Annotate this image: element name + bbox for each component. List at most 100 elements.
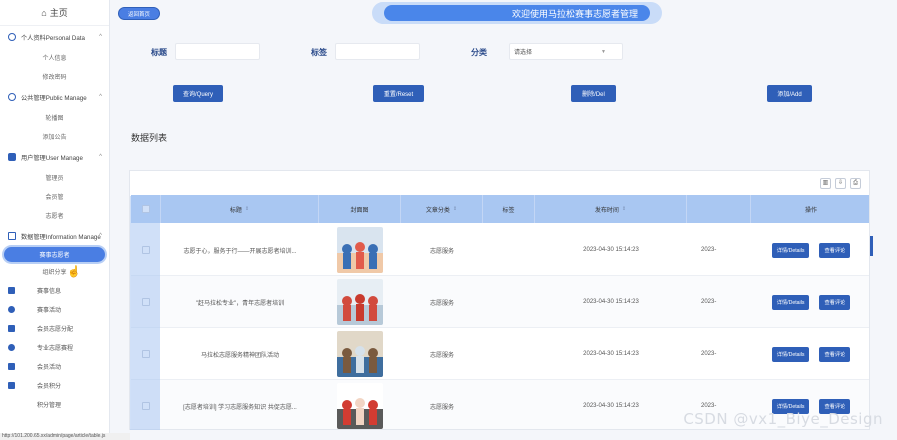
column-header-label: 封面图 [350, 207, 369, 214]
category-select-value: 请选择 [514, 50, 533, 56]
table-row: 志愿于心，服务于行——开展志愿者培训... 志愿服务 2023-04-30 15:1… [131, 224, 869, 276]
sidebar-item-label: 会员积分 [37, 384, 62, 390]
title-banner: 欢迎使用马拉松赛事志愿者管理 [372, 2, 662, 24]
view-comments-button[interactable]: 查看评论 [819, 242, 851, 258]
column-header-label: 操作 [804, 207, 817, 214]
time-cell: 2023-04-30 15:14:23 [583, 351, 639, 357]
sidebar-group-personal[interactable]: 个人资料Personal Data ^ [0, 26, 109, 48]
column-header-label: 文章分类 [425, 207, 450, 214]
time-cell-truncated: 2023- [701, 299, 717, 305]
sidebar-group-public[interactable]: 公共管理Public Manage ^ [0, 86, 109, 108]
delete-button[interactable]: 删除/Del [571, 85, 616, 102]
sidebar-item-notice[interactable]: 添加公告 [0, 127, 109, 146]
column-header-time[interactable]: 发布时间 ⇕ [535, 195, 687, 223]
chevron-up-icon: ^ [99, 154, 102, 160]
sidebar-group-info[interactable]: 数据管理Information Manage ^ [0, 225, 109, 247]
time-cell: 2023-04-30 15:14:23 [583, 299, 639, 305]
page-title: 欢迎使用马拉松赛事志愿者管理 [384, 5, 650, 21]
sidebar-item-label: 赛事信息 [37, 289, 62, 295]
row-select-strip [130, 196, 160, 430]
sidebar-item-member-points[interactable]: 会员积分 [0, 376, 109, 395]
table-row: 马拉松志愿服务精神团队活动 志愿服务 2023-04-30 15:14:23 2023… [131, 328, 869, 380]
title-input[interactable] [175, 43, 260, 60]
tag-cell [483, 380, 535, 429]
sidebar-group-label: 个人资料Personal Data [21, 34, 85, 42]
details-button[interactable]: 详情/Details [771, 294, 810, 310]
sidebar-item-event-info[interactable]: 赛事信息 [0, 281, 109, 300]
chevron-down-icon: ▼ [601, 49, 606, 55]
query-button[interactable]: 查询/Query [173, 85, 223, 102]
sidebar-item-label: 会员活动 [37, 365, 62, 371]
sidebar-item-event-volunteer[interactable]: 赛事志愿者 [4, 247, 105, 262]
cover-cell [319, 276, 401, 328]
gear-icon [8, 93, 16, 101]
reset-button[interactable]: 重置/Reset [373, 85, 424, 102]
chevron-up-icon: ^ [99, 34, 102, 40]
tag-input[interactable] [335, 43, 420, 60]
sidebar-item-admin[interactable]: 管理员 [0, 168, 109, 187]
columns-icon[interactable]: ▥ [820, 178, 831, 189]
sidebar-item-member[interactable]: 会员管 [0, 187, 109, 206]
title-cell: 志愿于心，服务于行——开展志愿者培训... [183, 248, 297, 255]
view-comments-button[interactable]: 查看评论 [819, 294, 851, 310]
details-button[interactable]: 详情/Details [771, 242, 810, 258]
print-icon[interactable]: ⎙ [850, 178, 861, 189]
sidebar-item-allocation[interactable]: 会员志愿分配 [0, 319, 109, 338]
cover-image [337, 279, 383, 325]
sidebar-item-points-manage[interactable]: 积分管理 [0, 395, 109, 414]
sidebar-item-label: 积分管理 [37, 403, 62, 409]
title-cell: 马拉松志愿服务精神团队活动 [200, 352, 279, 359]
cover-cell [319, 328, 401, 380]
sidebar-item-share[interactable]: 组织分享 [0, 262, 109, 281]
clock-icon [8, 344, 15, 351]
chevron-up-icon: ^ [99, 233, 102, 239]
list-title: 数据列表 [131, 133, 168, 143]
sort-icon: ⇕ [244, 206, 250, 212]
tag-label: 标签 [311, 48, 327, 57]
tag-cell [483, 224, 535, 276]
table-toolbar: ▥ ⇩ ⎙ [820, 178, 861, 189]
sidebar-item-profile[interactable]: 个人信息 [0, 48, 109, 67]
sidebar-item-event-activity[interactable]: 赛事活动 [0, 300, 109, 319]
category-label: 分类 [471, 48, 487, 57]
cover-image [337, 227, 383, 273]
add-button[interactable]: 添加/Add [767, 85, 812, 102]
column-header-category[interactable]: 文章分类 ⇕ [401, 195, 483, 223]
cover-image [337, 331, 383, 377]
sidebar-item-member-activity[interactable]: 会员活动 [0, 357, 109, 376]
sidebar-item-label: 会员志愿分配 [37, 327, 74, 333]
column-header-title[interactable]: 标题 ⇕ [161, 195, 319, 223]
tag-cell [483, 328, 535, 380]
table-row: "赶马拉松专业"，青年志愿者培训 志愿服务 2023-04-30 15:14:23 2… [131, 276, 869, 328]
actions-cell: 详情/Details 查看评论 [751, 276, 869, 328]
sidebar-group-users[interactable]: 用户管理User Manage ^ [0, 146, 109, 168]
details-button[interactable]: 详情/Details [771, 346, 810, 362]
watermark: CSDN @vx1_Biye_Design [683, 410, 883, 428]
view-comments-button[interactable]: 查看评论 [819, 346, 851, 362]
calendar-icon [8, 325, 15, 332]
export-icon[interactable]: ⇩ [835, 178, 846, 189]
logout-icon [8, 382, 15, 389]
sidebar-home-label: 主页 [49, 8, 68, 18]
sidebar-item-volunteer[interactable]: 志愿者 [0, 206, 109, 225]
category-cell: 志愿服务 [429, 300, 454, 307]
back-home-button[interactable]: 返回首页 [118, 7, 160, 20]
column-header-label: 标题 [229, 207, 242, 214]
sidebar-item-carousel[interactable]: 轮播图 [0, 108, 109, 127]
cover-image [337, 383, 383, 429]
title-label: 标题 [151, 48, 167, 57]
sidebar-item-schedule[interactable]: 专业志愿赛程 [0, 338, 109, 357]
home-icon: ⌂ [41, 7, 47, 18]
sidebar-home[interactable]: ⌂ 主页 [0, 0, 109, 26]
category-cell: 志愿服务 [429, 352, 454, 359]
sidebar-group-label: 用户管理User Manage [21, 154, 83, 162]
title-cell: "赶马拉松专业"，青年志愿者培训 [195, 300, 285, 307]
category-select[interactable]: 请选择 ▼ [509, 43, 623, 60]
column-header-actions: 操作 [751, 195, 869, 223]
scrollbar[interactable] [870, 236, 873, 256]
tag-cell [483, 276, 535, 328]
category-cell: 志愿服务 [429, 404, 454, 411]
database-icon [8, 232, 16, 240]
sidebar-item-password[interactable]: 修改密码 [0, 67, 109, 86]
users-icon [8, 153, 16, 161]
